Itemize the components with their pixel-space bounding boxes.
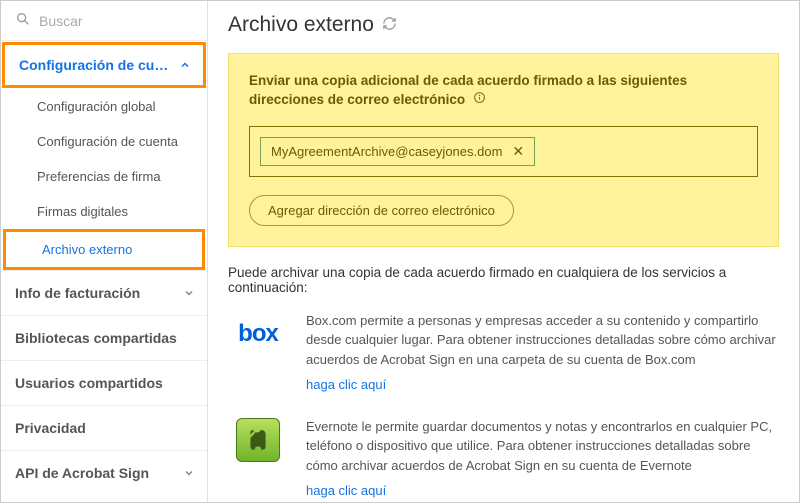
panel-title-row: Enviar una copia adicional de cada acuer…	[249, 72, 758, 110]
nav-sub-account-config[interactable]: Configuración de cuenta	[1, 124, 207, 159]
nav-group-label: Configuración de cu…	[19, 57, 168, 73]
search-bar[interactable]	[1, 1, 207, 41]
remove-chip-icon[interactable]: ✕	[512, 144, 524, 158]
search-input[interactable]	[39, 13, 208, 29]
nav-item-label: Bibliotecas compartidas	[15, 330, 177, 346]
page-title: Archivo externo	[228, 13, 374, 37]
nav-group-account-config[interactable]: Configuración de cu…	[5, 45, 203, 85]
nav-item-privacy[interactable]: Privacidad	[1, 405, 207, 450]
nav-item-shared-users[interactable]: Usuarios compartidos	[1, 360, 207, 405]
add-email-button[interactable]: Agregar dirección de correo electrónico	[249, 195, 514, 226]
evernote-logo	[228, 417, 288, 463]
chevron-down-icon	[183, 287, 195, 299]
service-row-box: box Box.com permite a personas y empresa…	[228, 311, 779, 395]
evernote-description: Evernote le permite guardar documentos y…	[306, 417, 779, 501]
email-chip-text: MyAgreementArchive@caseyjones.dom	[271, 144, 502, 159]
nav-item-label: API de Acrobat Sign	[15, 465, 149, 481]
nav-sub-sign-prefs[interactable]: Preferencias de firma	[1, 159, 207, 194]
box-logo: box	[228, 311, 288, 357]
nav-item-billing[interactable]: Info de facturación	[1, 270, 207, 315]
nav-item-label: Privacidad	[15, 420, 86, 436]
nav-item-label: Usuarios compartidos	[15, 375, 163, 391]
nav-item-api[interactable]: API de Acrobat Sign	[1, 450, 207, 495]
main-content: Archivo externo Enviar una copia adicion…	[208, 1, 799, 502]
archive-intro-text: Puede archivar una copia de cada acuerdo…	[228, 265, 779, 295]
nav-sub-external-archive[interactable]: Archivo externo	[3, 229, 205, 270]
refresh-icon[interactable]	[382, 16, 397, 34]
search-icon	[15, 11, 31, 30]
nav-sub-global-config[interactable]: Configuración global	[1, 89, 207, 124]
sidebar: Configuración de cu… Configuración globa…	[1, 1, 208, 502]
chevron-up-icon	[179, 59, 191, 71]
nav-item-shared-libs[interactable]: Bibliotecas compartidas	[1, 315, 207, 360]
box-link[interactable]: haga clic aquí	[306, 375, 386, 395]
panel-title: Enviar una copia adicional de cada acuer…	[249, 72, 758, 110]
evernote-link[interactable]: haga clic aquí	[306, 481, 386, 501]
nav-subgroup: Configuración global Configuración de cu…	[1, 89, 207, 270]
highlight-config-header: Configuración de cu…	[2, 42, 206, 88]
email-cc-panel: Enviar una copia adicional de cada acuer…	[228, 53, 779, 247]
email-chip: MyAgreementArchive@caseyjones.dom ✕	[260, 137, 535, 166]
service-row-evernote: Evernote le permite guardar documentos y…	[228, 417, 779, 501]
nav-item-label: Info de facturación	[15, 285, 140, 301]
email-input-box[interactable]: MyAgreementArchive@caseyjones.dom ✕	[249, 126, 758, 177]
app-window: Configuración de cu… Configuración globa…	[0, 0, 800, 503]
nav-sub-digital-sign[interactable]: Firmas digitales	[1, 194, 207, 229]
chevron-down-icon	[183, 467, 195, 479]
box-description: Box.com permite a personas y empresas ac…	[306, 311, 779, 395]
page-title-row: Archivo externo	[228, 13, 779, 37]
info-icon[interactable]	[473, 92, 486, 107]
